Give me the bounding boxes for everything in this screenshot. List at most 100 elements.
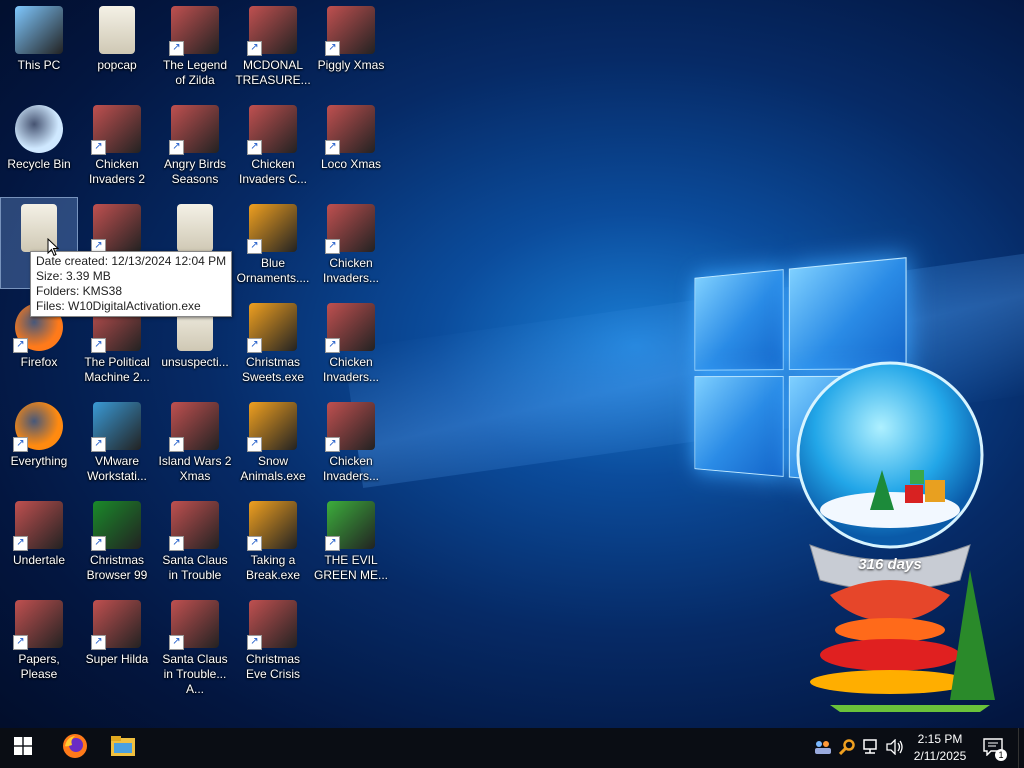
- desktop-icon[interactable]: ↗ Undertale: [1, 495, 77, 585]
- shortcut-arrow-icon: ↗: [325, 338, 340, 353]
- desktop-icon-label: Firefox: [20, 355, 58, 369]
- game-icon: ↗: [91, 204, 141, 254]
- desktop-icon[interactable]: ↗ Papers, Please: [1, 594, 77, 684]
- desktop-icon[interactable]: Recycle Bin: [1, 99, 77, 189]
- game-icon: ↗: [325, 105, 375, 155]
- tray-network-button[interactable]: [860, 728, 882, 768]
- shortcut-arrow-icon: ↗: [247, 41, 262, 56]
- desktop-icon[interactable]: ↗ Chicken Invaders...: [313, 297, 389, 387]
- shortcut-arrow-icon: ↗: [169, 437, 184, 452]
- shortcut-arrow-icon: ↗: [13, 536, 28, 551]
- shortcut-arrow-icon: ↗: [247, 140, 262, 155]
- desktop-icon[interactable]: ↗ Christmas Eve Crisis: [235, 594, 311, 684]
- game-icon: ↗: [91, 105, 141, 155]
- shortcut-arrow-icon: ↗: [247, 635, 262, 650]
- file-explorer-icon: [110, 735, 136, 762]
- desktop-icon[interactable]: ↗ Santa Claus in Trouble... A...: [157, 594, 233, 696]
- game-icon: ↗: [247, 600, 297, 650]
- desktop-icon[interactable]: popcap: [79, 0, 155, 90]
- search-app-icon: ↗: [13, 402, 63, 452]
- game-icon: ↗: [247, 6, 297, 56]
- desktop-icon-label: Piggly Xmas: [317, 58, 385, 72]
- desktop-icon[interactable]: ↗ Everything: [1, 396, 77, 486]
- people-tray-icon: [814, 739, 832, 758]
- clock-time: 2:15 PM: [917, 732, 963, 746]
- shortcut-arrow-icon: ↗: [247, 239, 262, 254]
- desktop-icon[interactable]: ↗ THE EVIL GREEN ME...: [313, 495, 389, 585]
- tray-app-icon[interactable]: [812, 728, 834, 768]
- recycle-bin-icon: [15, 105, 63, 153]
- desktop-icon[interactable]: ↗ Chicken Invaders...: [313, 198, 389, 288]
- magnifier-tray-icon: [838, 738, 855, 758]
- shortcut-arrow-icon: ↗: [169, 536, 184, 551]
- installer-icon: ↗: [247, 303, 297, 353]
- desktop-icon-label: Santa Claus in Trouble... A...: [162, 652, 228, 696]
- show-desktop-button[interactable]: [1018, 728, 1024, 768]
- shortcut-arrow-icon: ↗: [247, 338, 262, 353]
- desktop-icon[interactable]: This PC: [1, 0, 77, 90]
- system-clock[interactable]: 2:15 PM 2/11/2025: [905, 731, 975, 765]
- desktop-icon-label: Super Hilda: [85, 652, 149, 666]
- game-icon: ↗: [91, 600, 141, 650]
- game-icon: ↗: [13, 600, 63, 650]
- taskbar-file-explorer-button[interactable]: [100, 728, 146, 768]
- tooltip-size: Size: 3.39 MB: [36, 269, 111, 283]
- computer-icon: [15, 6, 63, 54]
- game-icon: ↗: [325, 402, 375, 452]
- game-icon: ↗: [169, 402, 219, 452]
- game-icon: ↗: [13, 501, 63, 551]
- folder-icon: [177, 204, 213, 252]
- file-tooltip: Date created: 12/13/2024 12:04 PM Size: …: [30, 251, 233, 317]
- shortcut-arrow-icon: ↗: [91, 140, 106, 155]
- desktop-icon[interactable]: ↗ Angry Birds Seasons: [157, 99, 233, 189]
- shortcut-arrow-icon: ↗: [247, 437, 262, 452]
- start-button[interactable]: [0, 728, 46, 768]
- desktop-icon[interactable]: ↗ Chicken Invaders 2: [79, 99, 155, 189]
- desktop-icon[interactable]: ↗ Blue Ornaments....: [235, 198, 311, 288]
- vmware-icon: ↗: [91, 402, 141, 452]
- desktop-icon-label: Snow Animals.exe: [240, 454, 306, 483]
- shortcut-arrow-icon: ↗: [13, 338, 28, 353]
- desktop-icon[interactable]: ↗ The Legend of Zilda: [157, 0, 233, 90]
- desktop-icon-label: The Legend of Zilda: [162, 58, 228, 87]
- installer-icon: ↗: [247, 204, 297, 254]
- desktop-icon[interactable]: ↗ Piggly Xmas: [313, 0, 389, 90]
- folder-icon: [99, 6, 135, 54]
- tray-search-button[interactable]: [836, 728, 858, 768]
- tooltip-folders: Folders: KMS38: [36, 284, 123, 298]
- desktop-icon-label: Chicken Invaders C...: [238, 157, 308, 186]
- installer-icon: ↗: [247, 402, 297, 452]
- shortcut-arrow-icon: ↗: [91, 338, 106, 353]
- desktop-icon[interactable]: ↗ Loco Xmas: [313, 99, 389, 189]
- desktop-icon[interactable]: ↗ VMware Workstati...: [79, 396, 155, 486]
- desktop-icon[interactable]: ↗ Taking a Break.exe: [235, 495, 311, 585]
- desktop-icon[interactable]: ↗ Island Wars 2 Xmas: [157, 396, 233, 486]
- desktop-icon-label: Chicken Invaders 2: [88, 157, 146, 186]
- desktop-icon[interactable]: ↗ Super Hilda: [79, 594, 155, 684]
- shortcut-arrow-icon: ↗: [325, 140, 340, 155]
- desktop-icon-label: MCDONAL TREASURE...: [235, 58, 311, 87]
- desktop-icon-label: Loco Xmas: [320, 157, 382, 171]
- game-icon: ↗: [325, 303, 375, 353]
- shortcut-arrow-icon: ↗: [91, 437, 106, 452]
- desktop-icon-label: Angry Birds Seasons: [163, 157, 227, 186]
- desktop-icon[interactable]: ↗ Christmas Sweets.exe: [235, 297, 311, 387]
- taskbar-firefox-button[interactable]: [52, 728, 98, 768]
- game-icon: ↗: [247, 105, 297, 155]
- countdown-gadget[interactable]: 316 days: [790, 360, 1000, 720]
- shortcut-arrow-icon: ↗: [13, 437, 28, 452]
- shortcut-arrow-icon: ↗: [169, 635, 184, 650]
- desktop-icon[interactable]: ↗ Snow Animals.exe: [235, 396, 311, 486]
- desktop-icon-label: Blue Ornaments....: [236, 256, 310, 285]
- desktop-icon[interactable]: ↗ Santa Claus in Trouble: [157, 495, 233, 585]
- desktop-icon[interactable]: ↗ Chicken Invaders C...: [235, 99, 311, 189]
- tray-volume-button[interactable]: [884, 728, 906, 768]
- installer-icon: ↗: [247, 501, 297, 551]
- desktop-icon[interactable]: ↗ Chicken Invaders...: [313, 396, 389, 486]
- desktop-icon[interactable]: ↗ Christmas Browser 99: [79, 495, 155, 585]
- desktop-icon-label: Papers, Please: [18, 652, 60, 681]
- game-icon: ↗: [169, 501, 219, 551]
- desktop-icon[interactable]: ↗ MCDONAL TREASURE...: [235, 0, 311, 90]
- game-icon: ↗: [169, 105, 219, 155]
- action-center-button[interactable]: 1: [980, 728, 1007, 768]
